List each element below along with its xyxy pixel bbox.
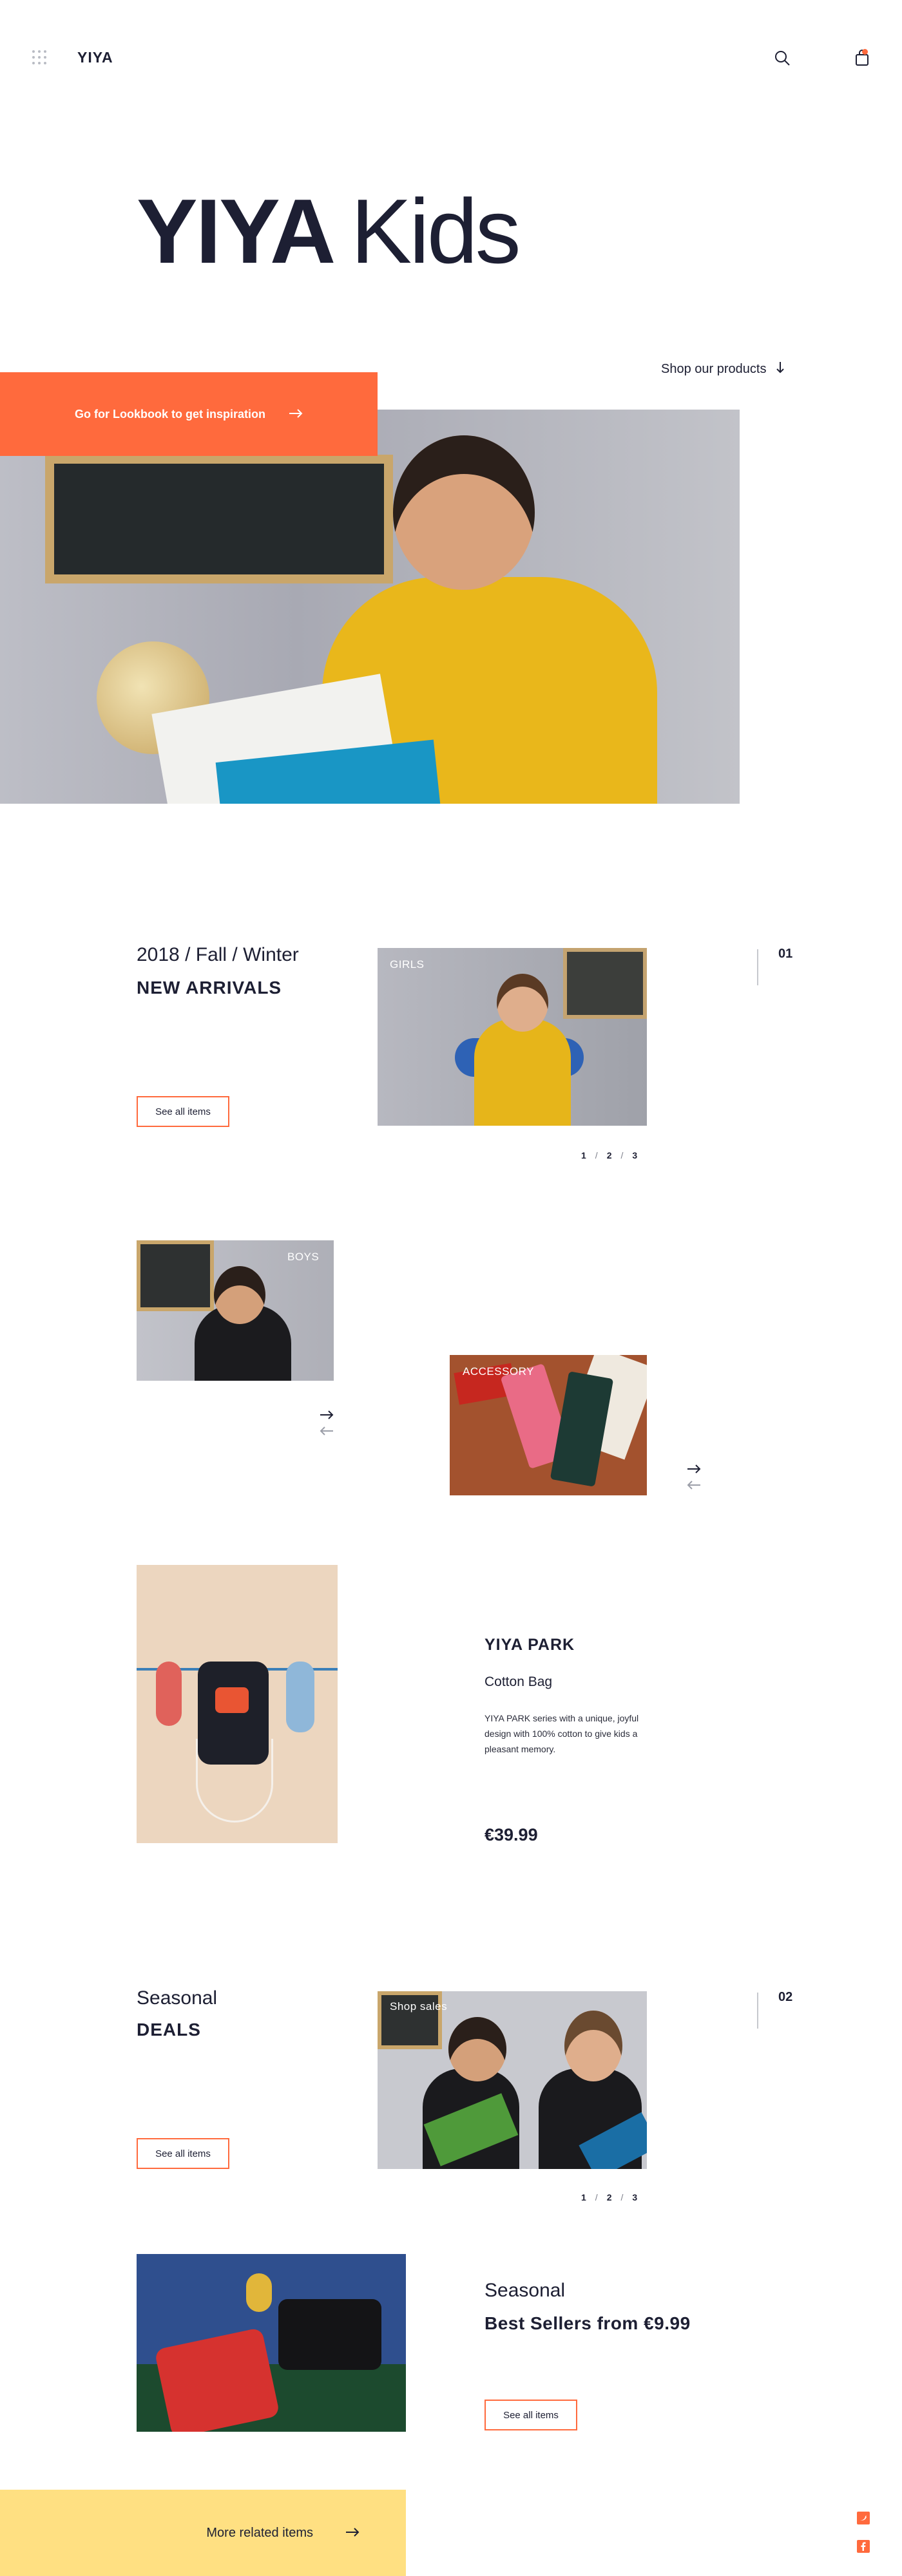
deals-title: DEALS bbox=[137, 2020, 201, 2040]
see-all-items-button[interactable]: See all items bbox=[137, 1096, 229, 1127]
shopping-bag-icon[interactable] bbox=[853, 49, 871, 67]
cart-badge bbox=[862, 49, 868, 55]
page-separator: / bbox=[620, 2192, 624, 2202]
page-link[interactable]: 1 bbox=[581, 1150, 586, 1160]
section-divider bbox=[757, 1993, 758, 2029]
section-number: 02 bbox=[778, 1990, 793, 2004]
page-link[interactable]: 2 bbox=[607, 2192, 612, 2202]
accessory-label: ACCESSORY bbox=[463, 1365, 534, 1378]
best-sellers-image[interactable] bbox=[137, 2254, 406, 2432]
pagination: 1 / 2 / 3 bbox=[581, 1150, 637, 1160]
menu-grid-icon[interactable] bbox=[32, 50, 46, 64]
arrivals-title: NEW ARRIVALS bbox=[137, 978, 282, 998]
shop-products-label: Shop our products bbox=[661, 361, 767, 376]
pagination: 1 / 2 / 3 bbox=[581, 2192, 637, 2202]
page-separator: / bbox=[595, 2192, 598, 2202]
page-link[interactable]: 1 bbox=[581, 2192, 586, 2202]
more-related-items-button[interactable]: More related items bbox=[0, 2490, 406, 2576]
hero-title: YIYA Kids bbox=[137, 180, 521, 283]
product-brand: YIYA PARK bbox=[485, 1636, 575, 1654]
product-price: €39.99 bbox=[485, 1825, 538, 1844]
arrow-down-icon bbox=[775, 361, 785, 377]
girls-image[interactable] bbox=[378, 948, 647, 1126]
best-sellers-season: Seasonal bbox=[485, 2280, 566, 2301]
boys-label: BOYS bbox=[287, 1251, 320, 1263]
shop-sales-label: Shop sales bbox=[390, 2000, 448, 2012]
shop-products-link[interactable]: Shop our products bbox=[661, 361, 785, 377]
deals-season: Seasonal bbox=[137, 1987, 218, 2009]
page-link[interactable]: 2 bbox=[607, 1150, 612, 1160]
arrow-left-icon[interactable] bbox=[687, 1479, 701, 1493]
see-all-best-sellers-button[interactable]: See all items bbox=[485, 2400, 577, 2430]
page-separator: / bbox=[620, 1150, 624, 1160]
product-description: YIYA PARK series with a unique, joyful d… bbox=[485, 1713, 639, 1754]
product-name[interactable]: Cotton Bag bbox=[485, 1674, 552, 1690]
lookbook-button[interactable]: Go for Lookbook to get inspiration bbox=[0, 372, 378, 456]
girls-label: GIRLS bbox=[390, 958, 425, 971]
best-sellers-title: Best Sellers from €9.99 bbox=[485, 2313, 691, 2333]
twitter-icon[interactable] bbox=[857, 2512, 870, 2524]
lookbook-button-label: Go for Lookbook to get inspiration bbox=[75, 407, 265, 421]
page-link[interactable]: 3 bbox=[632, 1150, 637, 1160]
arrow-right-icon bbox=[345, 2526, 360, 2541]
hero-image bbox=[0, 410, 740, 804]
site-logo[interactable]: YIYA bbox=[77, 49, 113, 66]
page-separator: / bbox=[595, 1150, 598, 1160]
more-related-items-label: More related items bbox=[206, 2525, 313, 2540]
facebook-icon[interactable] bbox=[857, 2540, 870, 2553]
section-divider bbox=[757, 949, 758, 985]
search-icon[interactable] bbox=[773, 49, 791, 67]
hero-title-bold: YIYA bbox=[137, 180, 336, 283]
arrow-right-icon[interactable] bbox=[320, 1406, 334, 1423]
see-all-deals-button[interactable]: See all items bbox=[137, 2138, 229, 2169]
arrow-right-icon bbox=[289, 408, 303, 421]
page-link[interactable]: 3 bbox=[632, 2192, 637, 2202]
arrow-right-icon[interactable] bbox=[687, 1461, 701, 1477]
product-image[interactable] bbox=[137, 1565, 338, 1843]
hero-title-light: Kids bbox=[350, 180, 521, 283]
arrivals-season: 2018 / Fall / Winter bbox=[137, 944, 299, 965]
section-number: 01 bbox=[778, 947, 793, 961]
shop-sales-image[interactable] bbox=[378, 1991, 647, 2169]
arrow-left-icon[interactable] bbox=[320, 1425, 334, 1439]
